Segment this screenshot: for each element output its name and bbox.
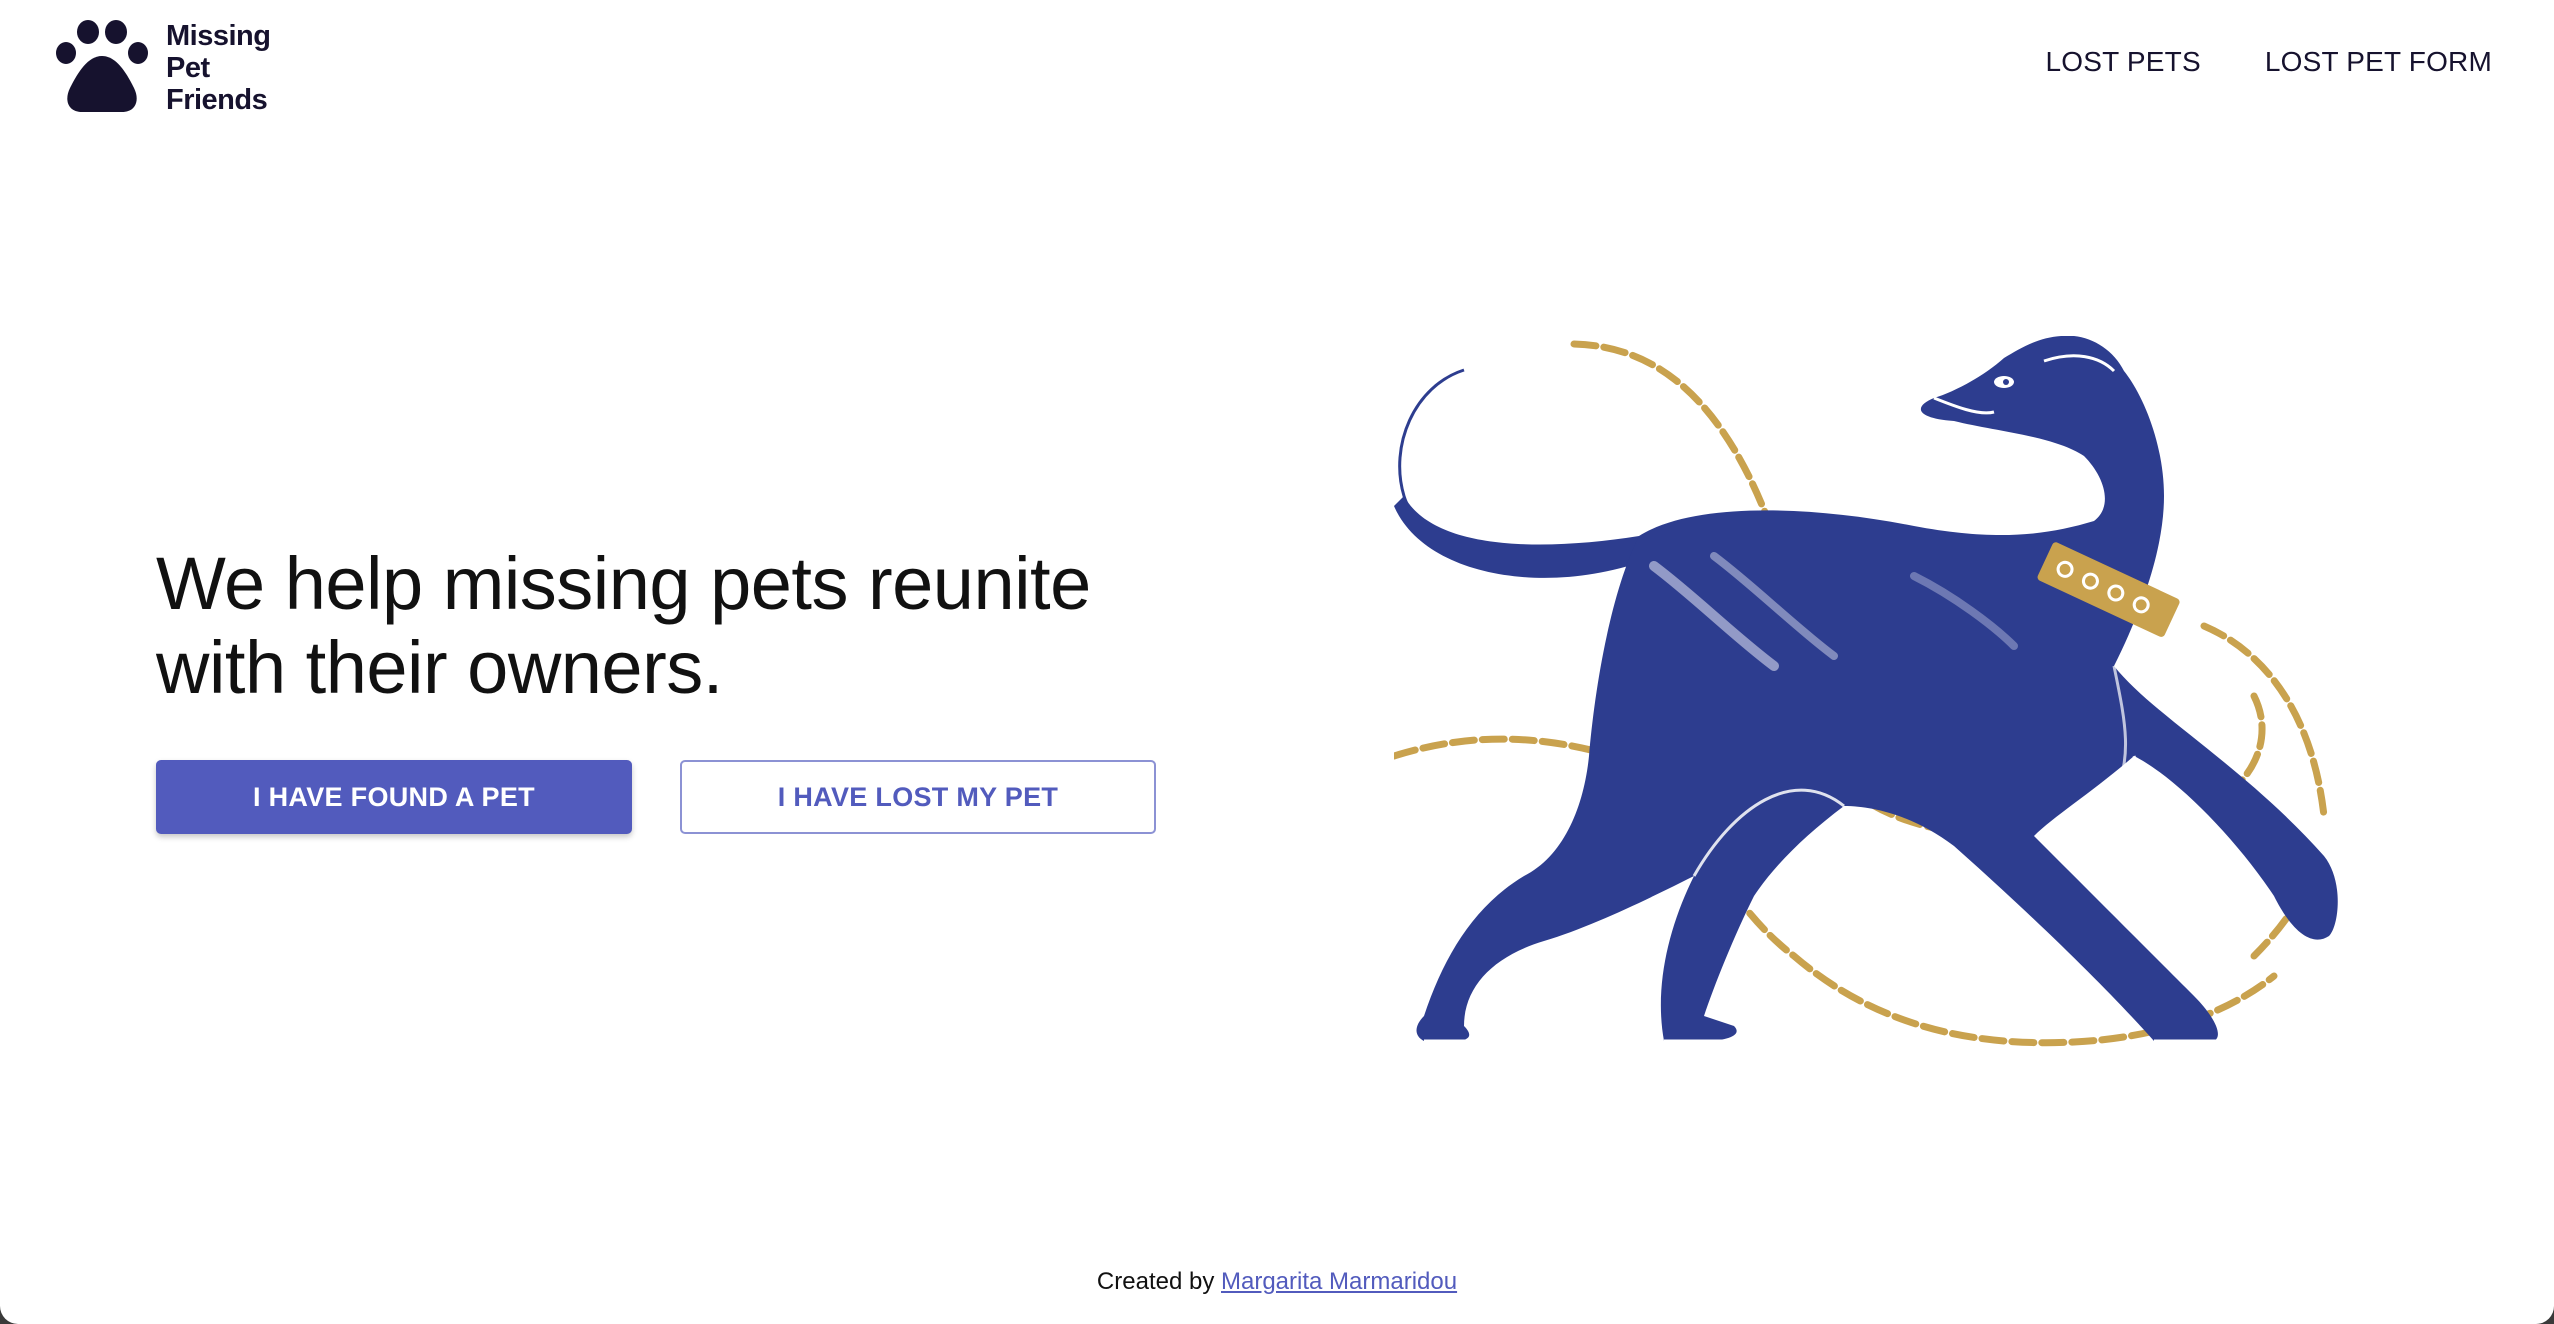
brand-name-line: Friends: [166, 84, 268, 116]
brand-name-line: Missing: [166, 20, 271, 52]
paw-icon: [56, 20, 148, 112]
main-nav: LOST PETS LOST PET FORM: [2045, 46, 2492, 78]
footer-prefix: Created by: [1096, 1268, 1215, 1295]
logo-link[interactable]: Missing Pet Friends: [52, 18, 286, 118]
hero-title: We help missing pets reunite with their …: [156, 542, 1091, 709]
dog-with-chain-illustration: [1394, 336, 2338, 1047]
brand-name-line: Pet: [166, 52, 210, 84]
brand-name: Missing Pet Friends: [166, 20, 286, 116]
footer: Created by Margarita Marmaridou: [0, 1268, 2554, 1296]
nav-lost-pet-form[interactable]: LOST PET FORM: [2265, 46, 2492, 78]
author-link[interactable]: Margarita Marmaridou: [1221, 1268, 1457, 1295]
page: Missing Pet Friends LOST PETS LOST PET F…: [0, 0, 2554, 1324]
lost-pet-button[interactable]: I HAVE LOST MY PET: [680, 760, 1156, 834]
found-pet-button[interactable]: I HAVE FOUND A PET: [156, 760, 632, 834]
nav-lost-pets[interactable]: LOST PETS: [2045, 46, 2200, 78]
